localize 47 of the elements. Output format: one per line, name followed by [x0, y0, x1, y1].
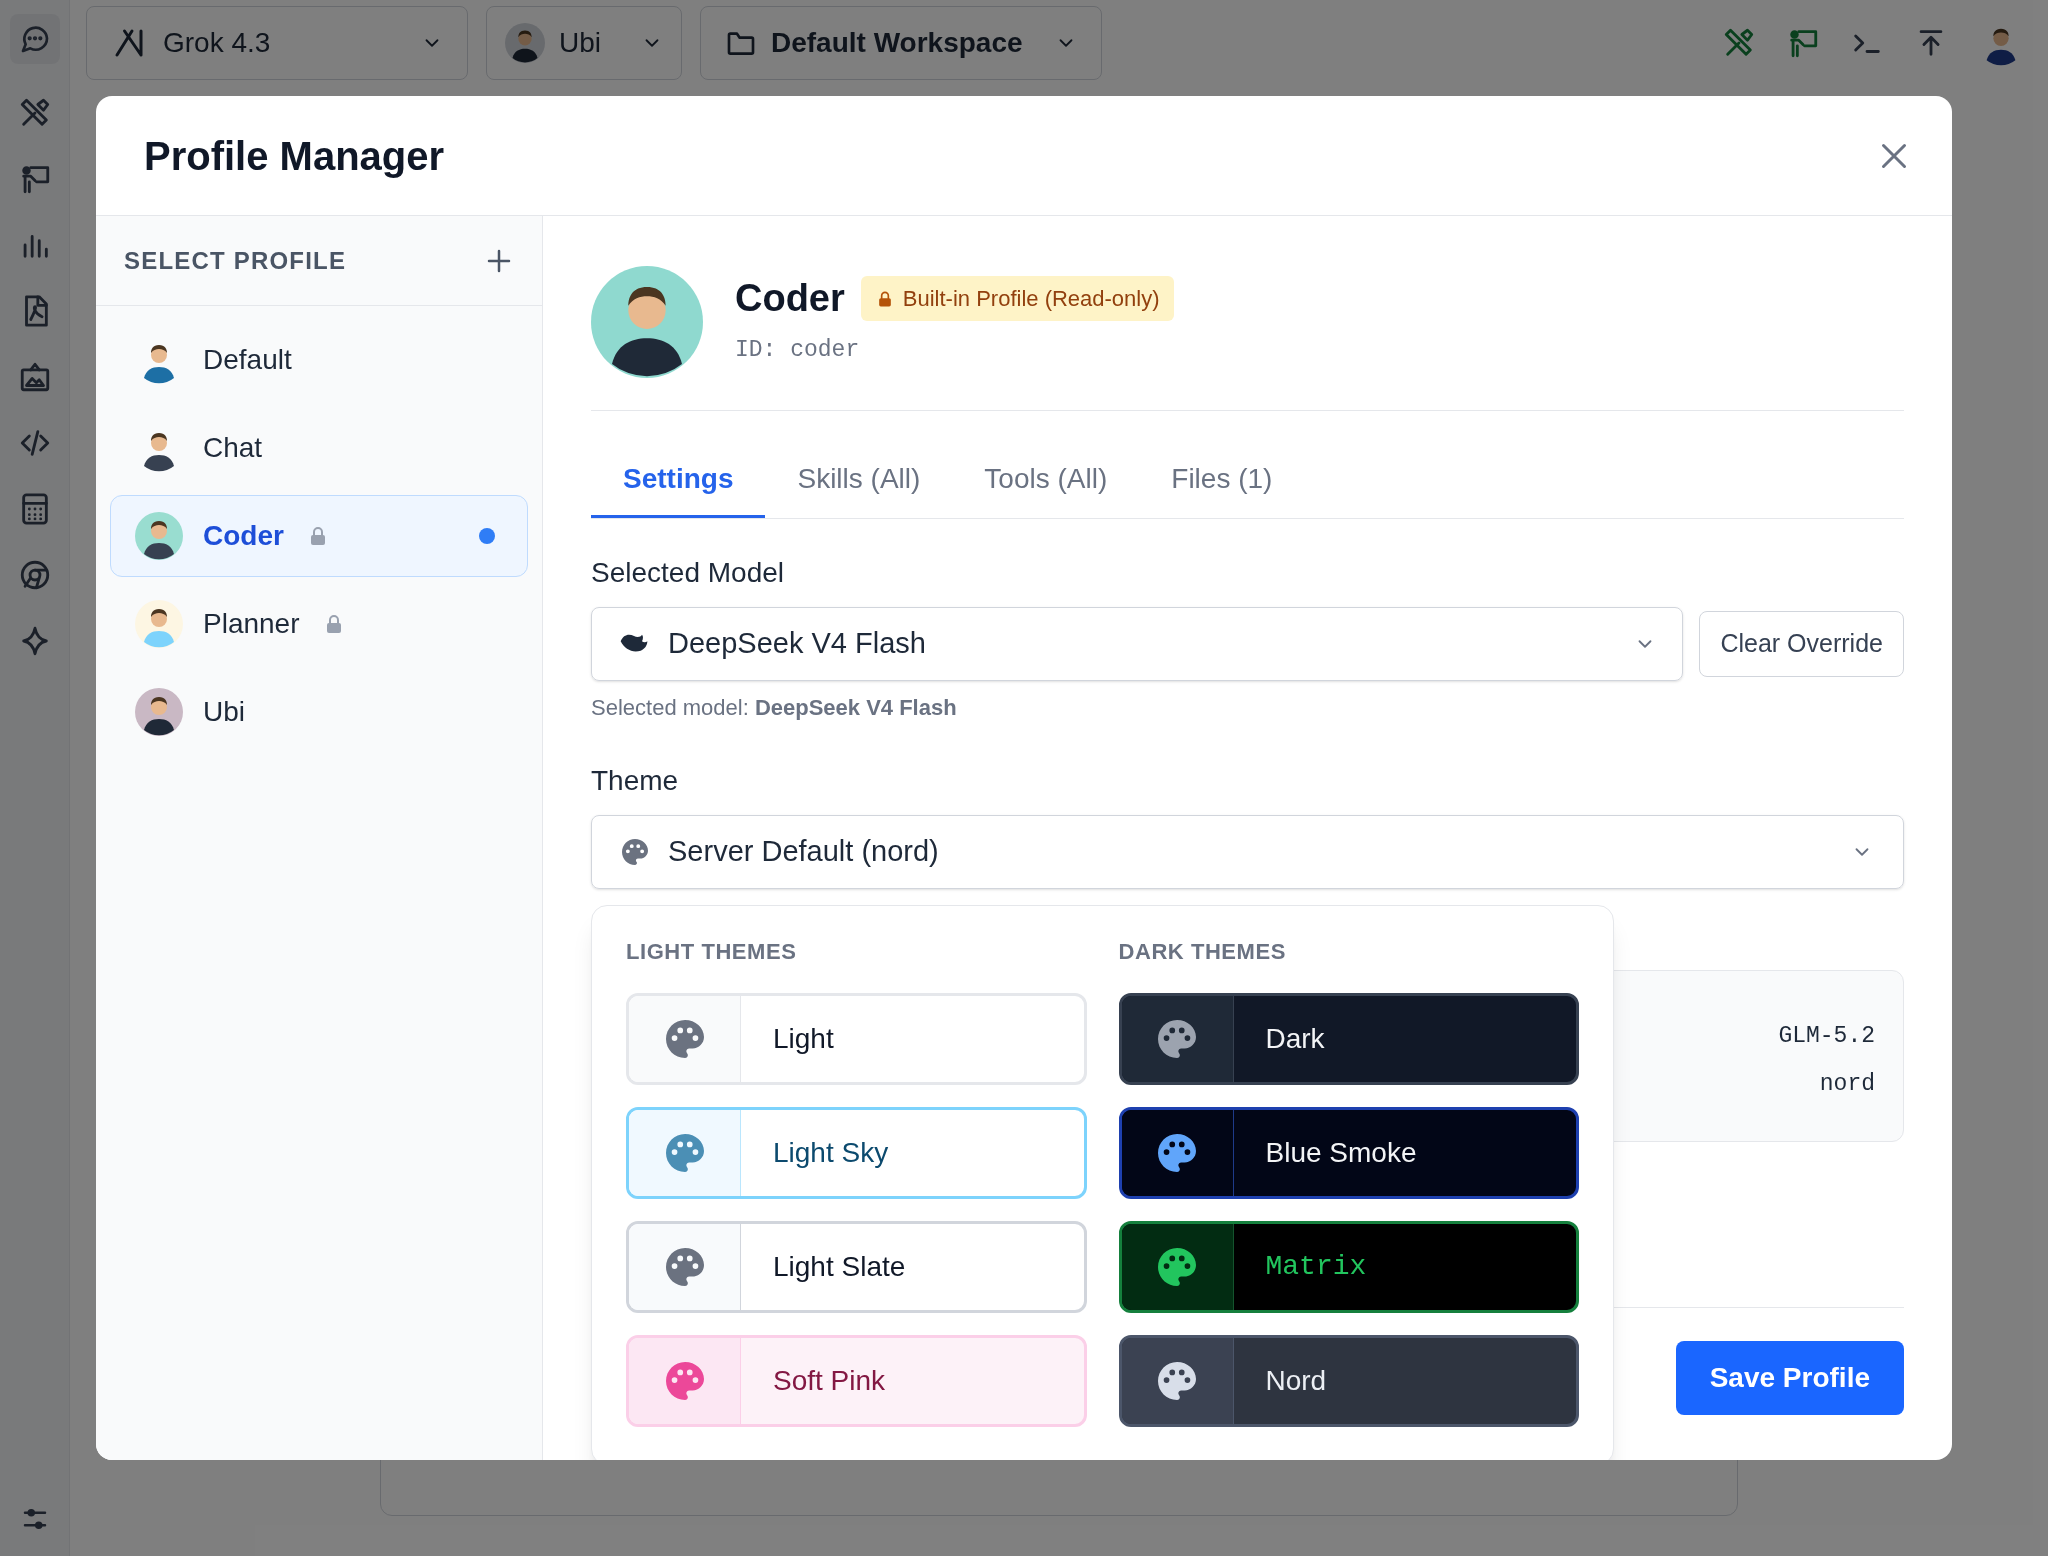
- profile-name: Planner: [203, 607, 300, 641]
- theme-option[interactable]: Matrix: [1118, 1221, 1579, 1313]
- model-hint: Selected model: DeepSeek V4 Flash: [591, 694, 958, 722]
- model-selector[interactable]: Grok 4.3: [86, 6, 468, 80]
- tab[interactable]: Files (1): [1139, 442, 1305, 518]
- chat-button[interactable]: [9, 14, 60, 64]
- avatar-icon: [135, 512, 183, 560]
- profile-name: Ubi: [203, 695, 245, 729]
- profile-item[interactable]: Coder: [110, 495, 528, 577]
- theme-option[interactable]: Dark: [1118, 993, 1579, 1085]
- palette-icon: [622, 839, 648, 865]
- theme-option[interactable]: Soft Pink: [626, 1335, 1087, 1427]
- profile-id: ID: coder: [735, 336, 861, 365]
- dialog-title: Profile Manager: [144, 132, 445, 180]
- theme-select[interactable]: Server Default (nord): [591, 815, 1904, 889]
- read-only-badge: Built-in Profile (Read-only): [860, 276, 1174, 321]
- profile-item[interactable]: Chat: [110, 407, 528, 489]
- profile-selector[interactable]: Ubi: [486, 6, 682, 80]
- avatar-icon: [135, 688, 183, 736]
- profile-name: Chat: [203, 431, 263, 465]
- theme-option[interactable]: Light Slate: [626, 1221, 1087, 1313]
- theme-option[interactable]: Light Sky: [626, 1107, 1087, 1199]
- save-profile-button[interactable]: Save Profile: [1675, 1341, 1904, 1415]
- clear-override-button[interactable]: Clear Override: [1699, 611, 1904, 677]
- avatar-icon: [135, 600, 183, 648]
- workspace-selector[interactable]: Default Workspace: [700, 6, 1102, 80]
- tab[interactable]: Settings: [591, 442, 766, 518]
- theme-group-heading: LIGHT THEMES: [626, 938, 798, 966]
- model-select[interactable]: DeepSeek V4 Flash: [591, 607, 1684, 681]
- summary-value: GLM-5.2: [1778, 1021, 1875, 1051]
- profile-item[interactable]: Planner: [110, 583, 528, 665]
- theme-option[interactable]: Blue Smoke: [1118, 1107, 1579, 1199]
- profile-name: Default: [203, 343, 292, 377]
- profile-title: Coder: [735, 276, 845, 321]
- avatar-icon: [505, 23, 545, 63]
- profile-item[interactable]: Default: [110, 319, 528, 401]
- theme-option[interactable]: Nord: [1118, 1335, 1579, 1427]
- tab[interactable]: Skills (All): [765, 442, 953, 518]
- profile-name: Coder: [203, 519, 284, 553]
- theme-option[interactable]: Light: [626, 993, 1087, 1085]
- theme-group-heading: DARK THEMES: [1118, 938, 1287, 966]
- summary-value: nord: [1819, 1070, 1875, 1099]
- sidebar-heading: SELECT PROFILE: [124, 245, 347, 276]
- tab[interactable]: Tools (All): [952, 442, 1140, 518]
- field-label: Selected Model: [591, 556, 785, 590]
- field-label: Theme: [591, 764, 680, 798]
- profile-item[interactable]: Ubi: [110, 671, 528, 753]
